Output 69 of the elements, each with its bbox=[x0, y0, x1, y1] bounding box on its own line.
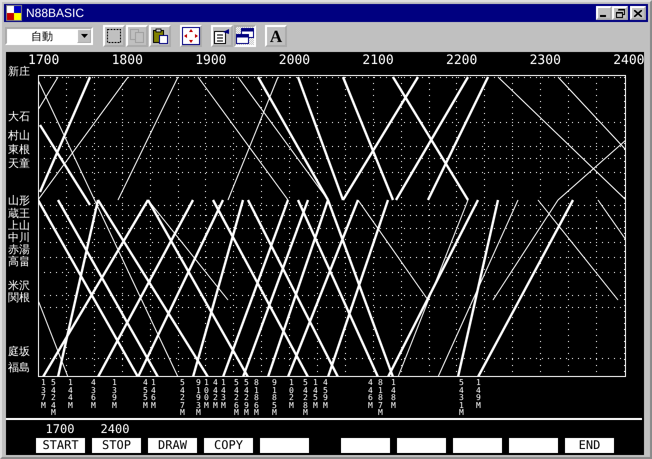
stop-time-value: 2400 bbox=[100, 423, 130, 436]
station-label: 赤湯 bbox=[8, 244, 30, 256]
station-label: 山形 bbox=[8, 195, 30, 207]
start-time-value: 1700 bbox=[44, 423, 76, 436]
close-button[interactable] bbox=[630, 6, 646, 20]
train-number: 5424M bbox=[51, 379, 56, 417]
train-number: 137M bbox=[41, 379, 46, 410]
train-number: 143M bbox=[221, 379, 226, 410]
time-label: 2100 bbox=[362, 53, 394, 69]
function-key[interactable]: START bbox=[36, 438, 85, 453]
time-label: 1900 bbox=[195, 53, 226, 69]
station-label: 庭坂 bbox=[8, 346, 30, 358]
station-label: 天童 bbox=[8, 158, 30, 170]
station-label: 高畠 bbox=[8, 256, 30, 268]
train-number: 102M bbox=[289, 379, 294, 410]
train-number: 442M bbox=[213, 379, 218, 410]
station-label: 新庄 bbox=[8, 66, 30, 78]
train-number: 5431M bbox=[459, 379, 464, 417]
train-number: 9193M bbox=[196, 379, 201, 417]
station-label: 米沢 bbox=[8, 280, 30, 292]
train-number: 446M bbox=[368, 379, 373, 410]
time-label: 2000 bbox=[278, 53, 310, 69]
train-number: 9185M bbox=[272, 379, 277, 417]
select-button[interactable] bbox=[103, 25, 125, 47]
function-key[interactable]: DRAW bbox=[148, 438, 197, 453]
train-number: 139M bbox=[112, 379, 117, 410]
train-number: 5428M bbox=[303, 379, 308, 417]
train-number: 8186M bbox=[254, 379, 259, 417]
station-label: 上山 bbox=[8, 220, 30, 232]
train-number: 144M bbox=[68, 379, 73, 410]
station-label: 福島 bbox=[8, 362, 30, 374]
restore-button[interactable] bbox=[612, 6, 628, 20]
caret-icon bbox=[80, 34, 88, 38]
fullscreen-button[interactable] bbox=[180, 25, 202, 47]
station-label: 中川 bbox=[8, 232, 30, 244]
station-label: 大石 bbox=[8, 111, 30, 123]
window-button[interactable] bbox=[234, 25, 256, 47]
train-number: 459M bbox=[323, 379, 328, 410]
minimize-button[interactable] bbox=[596, 6, 612, 20]
mode-dropdown[interactable]: 自動 bbox=[5, 27, 93, 45]
train-number: 5426M bbox=[234, 379, 239, 417]
window-title: N88BASIC bbox=[26, 6, 86, 20]
function-key[interactable]: STOP bbox=[92, 438, 141, 453]
function-key[interactable]: END bbox=[565, 438, 614, 453]
time-label: 2200 bbox=[446, 53, 478, 69]
time-label: 1800 bbox=[112, 53, 143, 69]
time-label: 2300 bbox=[530, 53, 561, 69]
train-number: 436M bbox=[91, 379, 96, 410]
station-label: 関根 bbox=[8, 292, 30, 304]
properties-button[interactable] bbox=[211, 25, 233, 47]
train-number: 146M bbox=[151, 379, 156, 410]
close-icon bbox=[634, 10, 642, 16]
function-key[interactable]: COPY bbox=[204, 438, 253, 453]
restore-icon bbox=[616, 8, 624, 18]
train-number: 149M bbox=[476, 379, 481, 410]
train-number: 100M bbox=[204, 379, 209, 410]
train-number: 145M bbox=[313, 379, 318, 410]
font-button[interactable]: A bbox=[265, 25, 287, 47]
train-number: 5429M bbox=[244, 379, 249, 417]
train-number: 455M bbox=[143, 379, 148, 410]
time-label: 1700 bbox=[28, 53, 60, 68]
station-label: 東根 bbox=[8, 144, 30, 156]
station-label: 村山 bbox=[8, 130, 30, 142]
train-number: 8187M bbox=[378, 379, 383, 417]
time-label: 2400 bbox=[613, 53, 644, 69]
paste-button[interactable] bbox=[149, 25, 171, 47]
train-number: 5427M bbox=[180, 379, 185, 417]
station-label: 蔵王 bbox=[8, 208, 30, 220]
train-number: 148M bbox=[391, 379, 396, 410]
